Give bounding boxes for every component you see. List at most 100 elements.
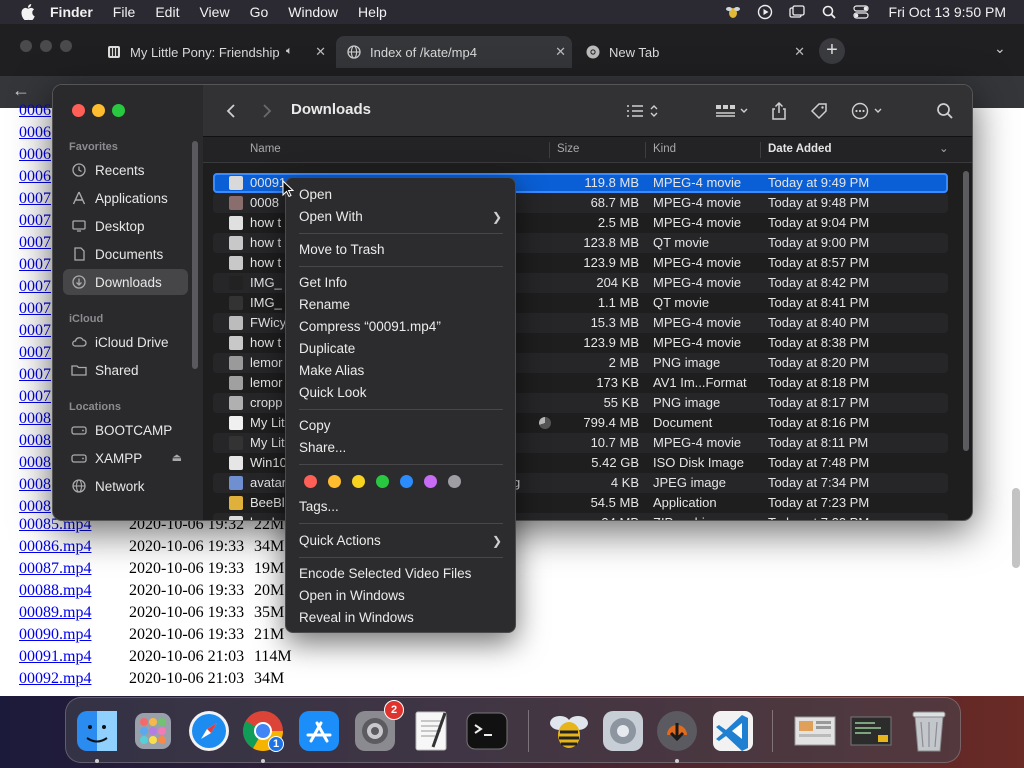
window-minimize-button[interactable] xyxy=(92,104,105,117)
column-kind[interactable]: Kind xyxy=(653,143,676,155)
preferences-gear-icon[interactable] xyxy=(598,706,648,756)
menu-item-duplicate[interactable]: Duplicate xyxy=(299,338,504,360)
launchpad-icon[interactable] xyxy=(128,706,178,756)
sidebar-item-documents[interactable]: Documents xyxy=(63,241,188,267)
menu-item-tags[interactable]: Tags... xyxy=(299,496,504,518)
file-link[interactable]: 00090.mp4 xyxy=(19,626,91,643)
listing-partial-link[interactable]: 0008 xyxy=(19,432,51,454)
window-close-button[interactable] xyxy=(72,104,85,117)
listing-partial-link[interactable]: 0008 xyxy=(19,476,51,498)
listing-partial-link[interactable]: 0007 xyxy=(19,388,51,410)
finder-icon[interactable] xyxy=(72,706,122,756)
list-view-icon[interactable] xyxy=(623,101,663,121)
listing-partial-link[interactable]: 0007 xyxy=(19,212,51,234)
window-zoom-button[interactable] xyxy=(112,104,125,117)
file-link[interactable]: 0006 xyxy=(19,124,51,141)
menu-item-encode-video[interactable]: Encode Selected Video Files xyxy=(299,563,504,585)
vscode-icon[interactable] xyxy=(708,706,758,756)
file-link[interactable]: 0007 xyxy=(19,300,51,317)
listing-partial-link[interactable]: 0007 xyxy=(19,190,51,212)
browser-close-dot[interactable] xyxy=(20,40,32,52)
tag-gray-dot[interactable] xyxy=(448,475,461,488)
sidebar-item-applications[interactable]: Applications xyxy=(63,185,188,211)
menu-item-move-to-trash[interactable]: Move to Trash xyxy=(299,239,504,261)
menu-view[interactable]: View xyxy=(199,4,229,20)
listing-partial-link[interactable]: 0007 xyxy=(19,300,51,322)
tag-yellow-dot[interactable] xyxy=(352,475,365,488)
file-link[interactable]: 0007 xyxy=(19,322,51,339)
preview-window-icon[interactable] xyxy=(790,706,840,756)
column-divider[interactable] xyxy=(760,142,761,158)
close-icon[interactable]: ✕ xyxy=(794,44,805,60)
menu-item-make-alias[interactable]: Make Alias xyxy=(299,360,504,382)
column-divider[interactable] xyxy=(549,142,550,158)
menu-item-copy[interactable]: Copy xyxy=(299,415,504,437)
menu-item-quick-look[interactable]: Quick Look xyxy=(299,382,504,404)
listing-partial-link[interactable]: 0006 xyxy=(19,146,51,168)
forward-icon[interactable] xyxy=(259,101,275,121)
file-link[interactable]: 0007 xyxy=(19,278,51,295)
beeline-icon[interactable] xyxy=(544,706,594,756)
browser-tab-pony[interactable]: My Little Pony: Friendship 🔈︎ ✕ xyxy=(96,36,332,68)
menu-item-open-with[interactable]: Open With ❯ xyxy=(299,206,504,228)
browser-minimize-dot[interactable] xyxy=(40,40,52,52)
play-icon[interactable] xyxy=(757,4,773,20)
file-link[interactable]: 0007 xyxy=(19,344,51,361)
menu-item-compress[interactable]: Compress “00091.mp4” xyxy=(299,316,504,338)
file-link[interactable]: 0008 xyxy=(19,410,51,427)
listing-partial-link[interactable]: 0008 xyxy=(19,410,51,432)
file-link[interactable]: 0006 xyxy=(19,168,51,185)
system-settings-icon[interactable]: 2 xyxy=(350,700,404,756)
browser-zoom-dot[interactable] xyxy=(60,40,72,52)
tag-orange-dot[interactable] xyxy=(328,475,341,488)
back-arrow-icon[interactable]: ← xyxy=(12,80,30,101)
file-link[interactable]: 0008 xyxy=(19,498,51,515)
speaker-icon[interactable]: 🔈︎ xyxy=(286,45,293,58)
sidebar-item-recents[interactable]: Recents xyxy=(63,157,188,183)
file-link[interactable]: 0006 xyxy=(19,146,51,163)
close-icon[interactable]: ✕ xyxy=(315,44,326,60)
file-link[interactable]: 0008 xyxy=(19,454,51,471)
bee-icon[interactable] xyxy=(725,4,741,20)
apple-icon[interactable] xyxy=(20,4,36,20)
sidebar-item-xampp[interactable]: XAMPP ⏏ xyxy=(63,445,188,471)
more-actions-icon[interactable] xyxy=(849,101,889,121)
chevron-down-icon[interactable]: ⌄ xyxy=(994,40,1006,57)
tag-icon[interactable] xyxy=(808,101,830,121)
sidebar-item-icloud-drive[interactable]: iCloud Drive xyxy=(63,329,188,355)
control-center-icon[interactable] xyxy=(852,4,869,20)
file-link[interactable]: 0007 xyxy=(19,256,51,273)
page-scrollbar[interactable] xyxy=(1012,488,1020,568)
listing-partial-link[interactable]: 0007 xyxy=(19,234,51,256)
menu-item-open-in-windows[interactable]: Open in Windows xyxy=(299,585,504,607)
listing-partial-link[interactable]: 0007 xyxy=(19,344,51,366)
file-link[interactable]: 00092.mp4 xyxy=(19,670,91,687)
file-link[interactable]: 0008 xyxy=(19,432,51,449)
sidebar-item-network[interactable]: Network xyxy=(63,473,188,499)
listing-partial-link[interactable]: 0006 xyxy=(19,168,51,190)
column-name[interactable]: Name xyxy=(250,143,281,155)
close-icon[interactable]: ✕ xyxy=(555,44,566,60)
screen-window-icon[interactable] xyxy=(846,706,896,756)
safari-icon[interactable] xyxy=(184,706,234,756)
file-link[interactable]: 0007 xyxy=(19,234,51,251)
file-link[interactable]: 0007 xyxy=(19,190,51,207)
tag-red-dot[interactable] xyxy=(304,475,317,488)
tag-blue-dot[interactable] xyxy=(400,475,413,488)
menu-item-open[interactable]: Open xyxy=(299,184,504,206)
column-date-added[interactable]: Date Added xyxy=(768,143,831,155)
file-link[interactable]: 00089.mp4 xyxy=(19,604,91,621)
menu-item-quick-actions[interactable]: Quick Actions ❯ xyxy=(299,530,504,552)
menu-item-rename[interactable]: Rename xyxy=(299,294,504,316)
search-icon[interactable] xyxy=(821,4,837,20)
listing-partial-link[interactable]: 0008 xyxy=(19,454,51,476)
chevron-down-icon[interactable]: ⌄ xyxy=(939,141,949,155)
menu-item-get-info[interactable]: Get Info xyxy=(299,272,504,294)
tag-green-dot[interactable] xyxy=(376,475,389,488)
eject-icon[interactable]: ⏏ xyxy=(172,451,182,464)
new-tab-button[interactable]: + xyxy=(819,38,845,64)
menu-file[interactable]: File xyxy=(113,4,136,20)
share-icon[interactable] xyxy=(769,101,789,121)
sidebar-item-downloads[interactable]: Downloads xyxy=(63,269,188,295)
file-link[interactable]: 00086.mp4 xyxy=(19,538,91,555)
